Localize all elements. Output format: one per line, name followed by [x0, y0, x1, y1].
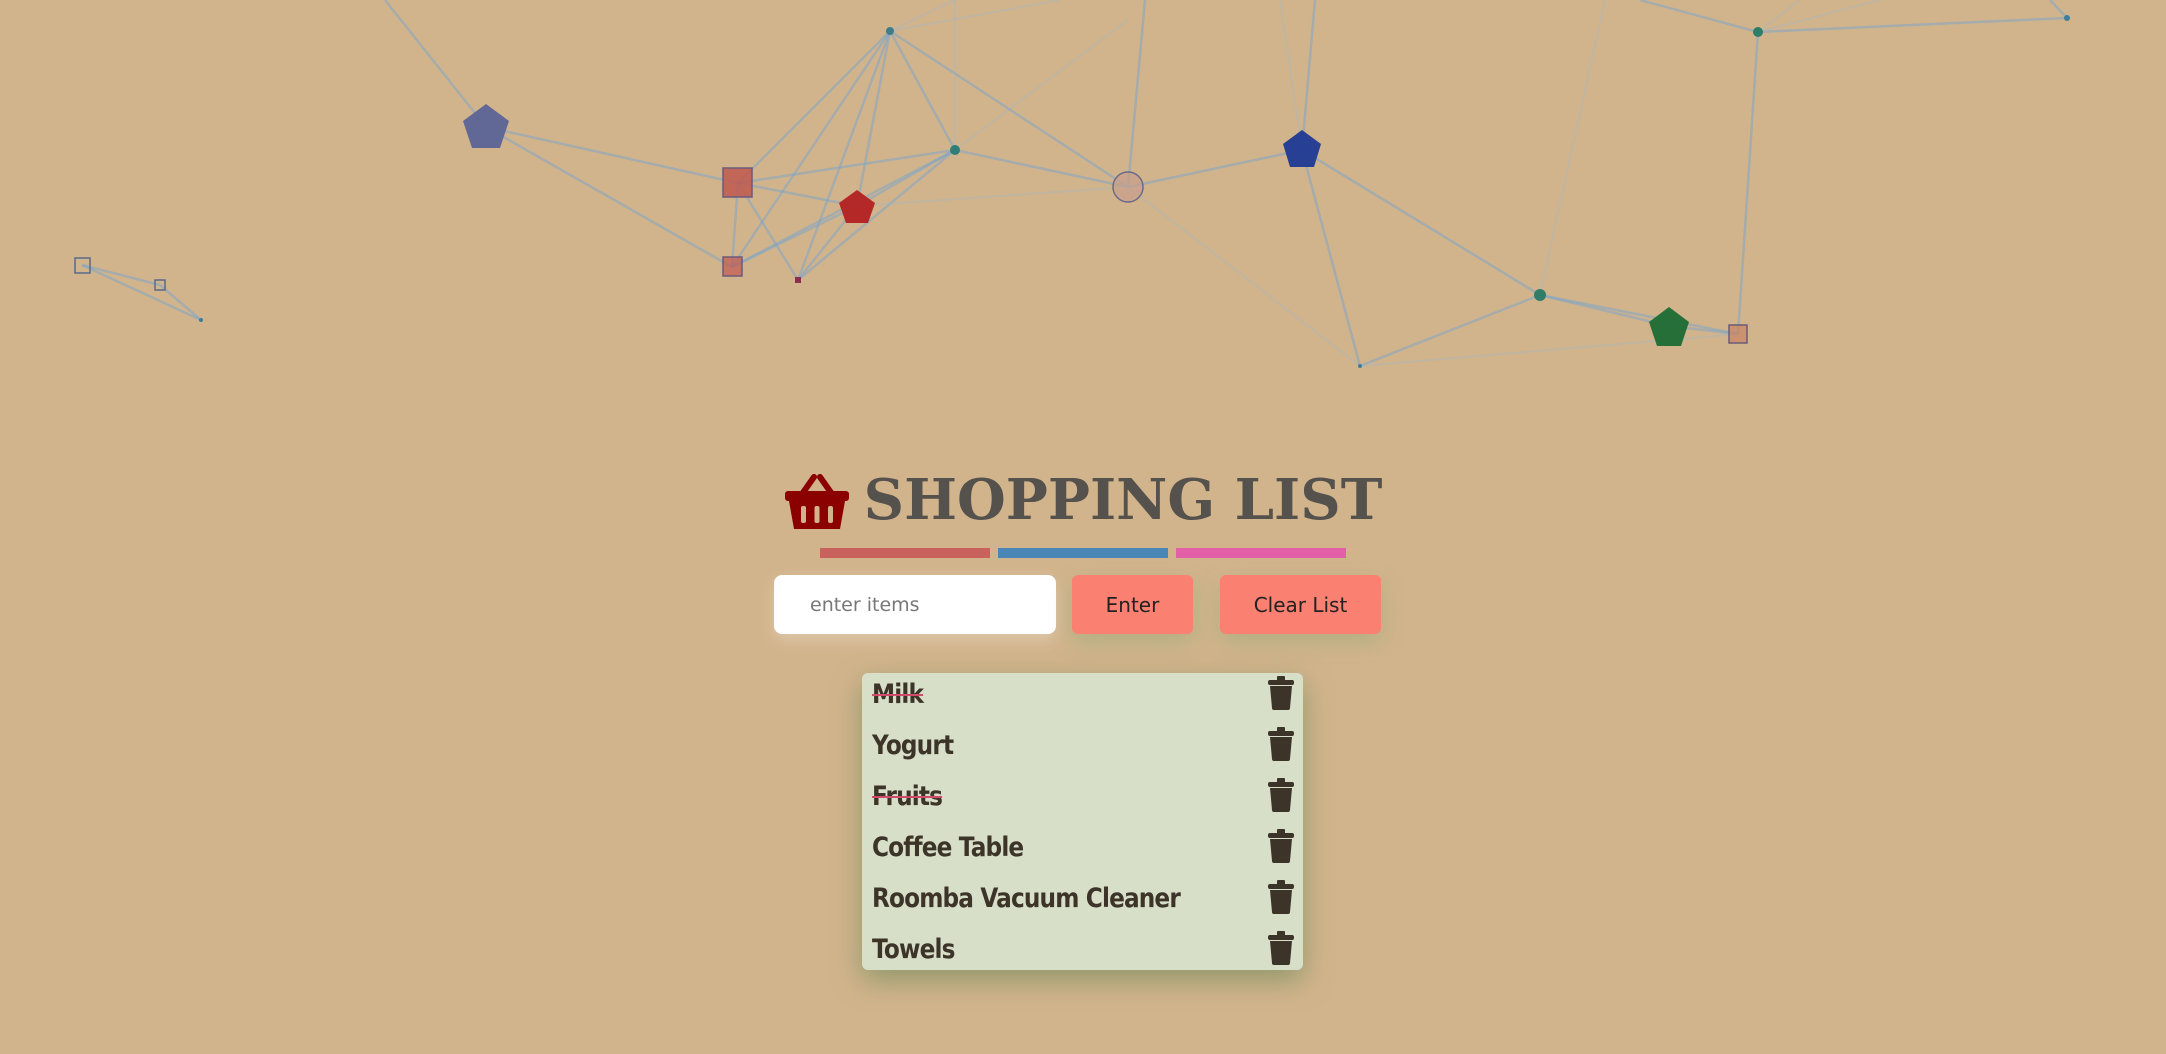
- shopping-basket-icon: [784, 474, 849, 529]
- list-item[interactable]: Coffee Table: [862, 826, 1303, 877]
- list-item-label[interactable]: Fruits: [872, 781, 943, 812]
- list-item[interactable]: Milk: [862, 673, 1303, 724]
- clear-list-button[interactable]: Clear List: [1220, 575, 1381, 634]
- trash-icon[interactable]: [1267, 778, 1295, 812]
- list-item[interactable]: Towels: [862, 928, 1303, 979]
- trash-icon[interactable]: [1267, 880, 1295, 914]
- list-item[interactable]: Fruits: [862, 775, 1303, 826]
- title-underline-red: [820, 548, 990, 558]
- item-input[interactable]: [774, 575, 1056, 634]
- title-underline-blue: [998, 548, 1168, 558]
- enter-button[interactable]: Enter: [1072, 575, 1193, 634]
- trash-icon[interactable]: [1267, 727, 1295, 761]
- trash-icon[interactable]: [1267, 931, 1295, 965]
- list-item-label[interactable]: Milk: [872, 679, 924, 710]
- trash-icon[interactable]: [1267, 829, 1295, 863]
- page-header: SHOPPING LIST: [0, 462, 2166, 538]
- shopping-list: Milk Yogurt Fruits Coffee Table Roomba V…: [862, 673, 1303, 970]
- title-underline-pink: [1176, 548, 1346, 558]
- list-item[interactable]: Roomba Vacuum Cleaner: [862, 877, 1303, 928]
- list-item-label[interactable]: Coffee Table: [872, 832, 1024, 863]
- page-title: SHOPPING LIST: [863, 467, 1383, 533]
- list-item[interactable]: Yogurt: [862, 724, 1303, 775]
- trash-icon[interactable]: [1267, 676, 1295, 710]
- list-item-label[interactable]: Yogurt: [872, 730, 954, 761]
- list-item-label[interactable]: Roomba Vacuum Cleaner: [872, 883, 1181, 914]
- list-item-label[interactable]: Towels: [872, 934, 955, 965]
